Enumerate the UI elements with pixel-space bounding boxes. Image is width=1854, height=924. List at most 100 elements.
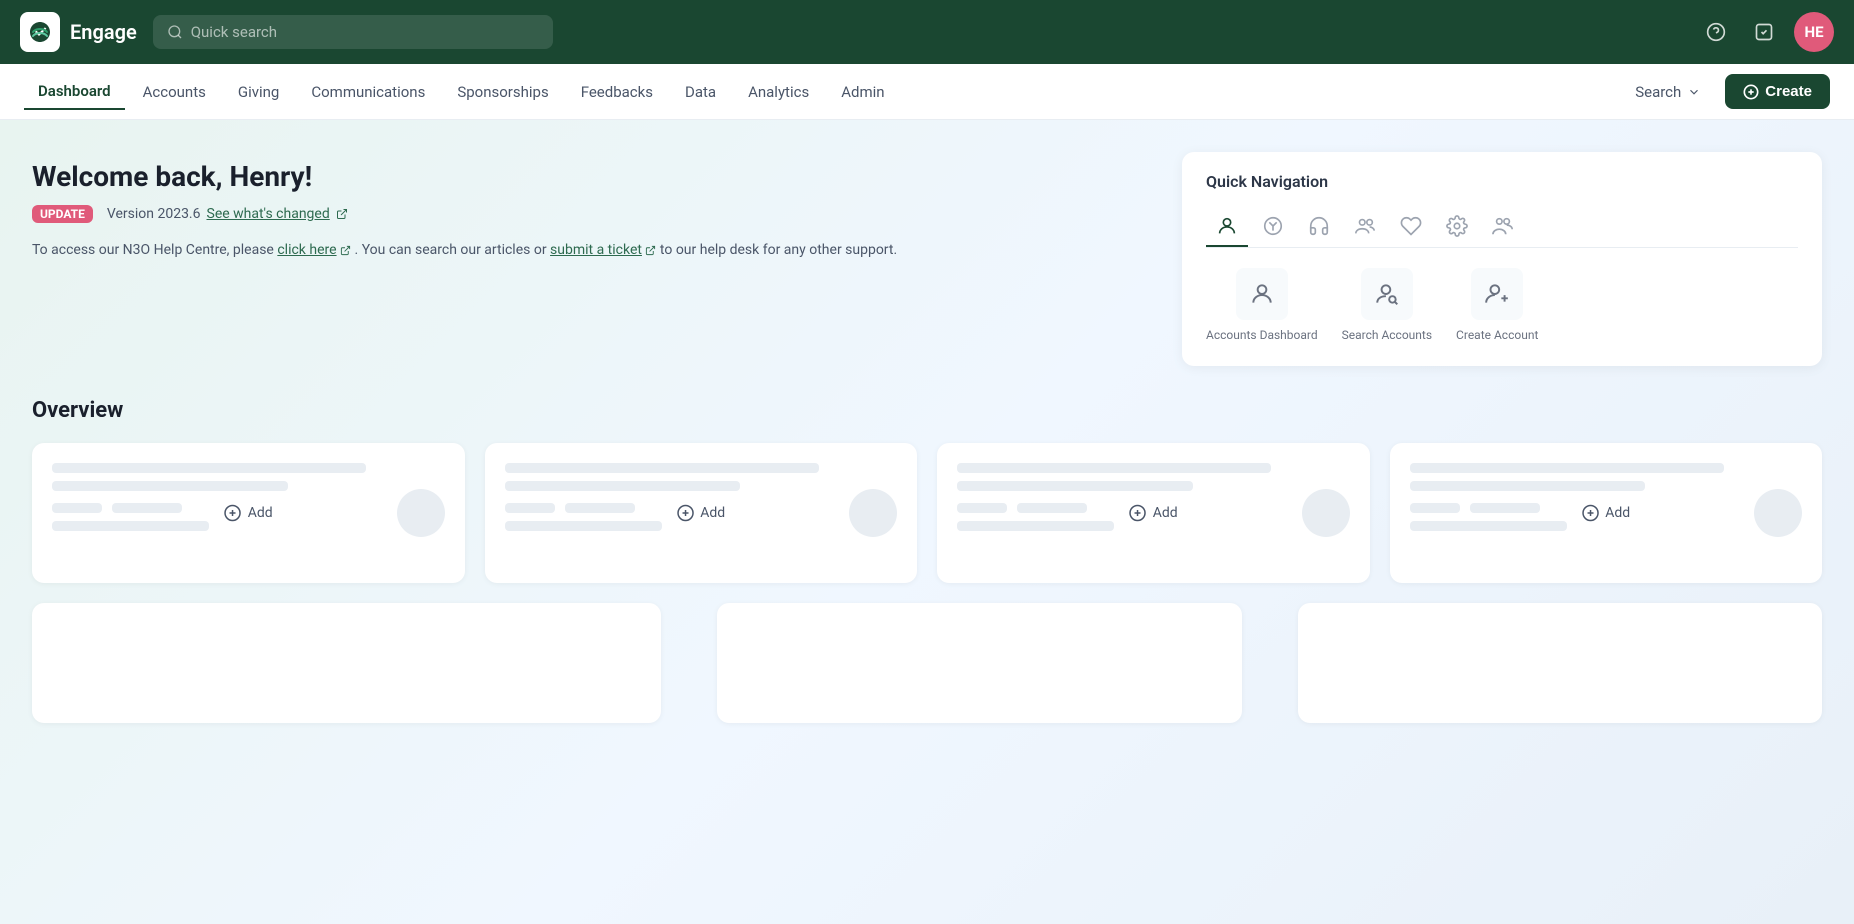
skeleton-line: [505, 521, 662, 531]
spacer: [681, 603, 697, 723]
card-avatar: [849, 489, 897, 537]
card-1-add-btn[interactable]: Add: [224, 504, 273, 522]
nav-feedbacks[interactable]: Feedbacks: [567, 75, 667, 109]
headset-icon: [1308, 215, 1330, 237]
help-button[interactable]: [1698, 14, 1734, 50]
nav-accounts[interactable]: Accounts: [129, 75, 220, 109]
quick-nav-panel: Quick Navigation: [1182, 152, 1822, 366]
overview-card-1: Add: [32, 443, 465, 583]
welcome-heading: Welcome back, Henry!: [32, 160, 1150, 193]
version-text: Version 2023.6: [107, 206, 201, 222]
nav-data[interactable]: Data: [671, 75, 730, 109]
help-text: To access our N3O Help Centre, please cl…: [32, 239, 1150, 261]
nav-sponsorships[interactable]: Sponsorships: [443, 75, 562, 109]
qn-tab-sponsorships[interactable]: [1344, 207, 1386, 247]
click-here-link[interactable]: click here: [277, 242, 336, 258]
qn-item-accounts-dashboard[interactable]: Accounts Dashboard: [1206, 268, 1318, 342]
top-nav: Engage Quick search HE: [0, 0, 1854, 64]
overview-wide-card-3: [1298, 603, 1822, 723]
overview-section: Overview Add: [32, 398, 1822, 723]
settings-icon: [1446, 215, 1468, 237]
plus-icon: [1743, 84, 1759, 100]
spacer: [1262, 603, 1278, 723]
card-4-add-btn[interactable]: Add: [1581, 504, 1630, 522]
create-account-icon: [1471, 268, 1523, 320]
skeleton-line: [52, 463, 366, 473]
qn-tab-accounts[interactable]: [1206, 207, 1248, 247]
add-icon: [1129, 504, 1147, 522]
card-4-add-label: Add: [1605, 505, 1630, 521]
nav-analytics[interactable]: Analytics: [734, 75, 823, 109]
qn-tab-data[interactable]: [1436, 207, 1478, 247]
overview-card-2: Add: [485, 443, 918, 583]
qn-item-create-account[interactable]: Create Account: [1456, 268, 1538, 342]
create-label: Create: [1765, 83, 1812, 100]
search-label: Search: [1635, 83, 1681, 101]
skeleton-line: [1410, 463, 1724, 473]
qn-tab-giving2[interactable]: [1390, 207, 1432, 247]
tasks-icon: [1754, 22, 1774, 42]
skeleton-line: [1410, 481, 1646, 491]
overview-cards-row-1: Add Add: [32, 443, 1822, 583]
engage-logo-icon: [28, 20, 52, 44]
qn-tab-admin[interactable]: [1482, 207, 1524, 247]
card-avatar: [1302, 489, 1350, 537]
skeleton-line: [52, 521, 209, 531]
search-accounts-label: Search Accounts: [1342, 328, 1432, 342]
search-accounts-svg: [1374, 281, 1400, 307]
overview-wide-card-1: [32, 603, 661, 723]
submit-ticket-link[interactable]: submit a ticket: [550, 242, 642, 258]
card-2-add-btn[interactable]: Add: [676, 504, 725, 522]
card-avatar: [397, 489, 445, 537]
card-3-add-btn[interactable]: Add: [1129, 504, 1178, 522]
logo-wrap[interactable]: Engage: [20, 12, 137, 52]
add-icon: [676, 504, 694, 522]
quick-nav-tabs: [1206, 207, 1798, 248]
overview-card-3: Add: [937, 443, 1370, 583]
quick-search-bar[interactable]: Quick search: [153, 15, 553, 49]
welcome-row: Welcome back, Henry! UPDATE Version 2023…: [32, 152, 1822, 366]
add-icon: [224, 504, 242, 522]
add-icon: [1581, 504, 1599, 522]
overview-title: Overview: [32, 398, 1822, 423]
card-avatar: [1754, 489, 1802, 537]
person-icon: [1216, 215, 1238, 237]
accounts-dashboard-label: Accounts Dashboard: [1206, 328, 1318, 342]
skeleton-line: [505, 463, 819, 473]
create-account-svg: [1484, 281, 1510, 307]
card-2-add-label: Add: [700, 505, 725, 521]
version-line: UPDATE Version 2023.6 See what's changed: [32, 205, 1150, 223]
logo-box: [20, 12, 60, 52]
nav-giving[interactable]: Giving: [224, 75, 293, 109]
tasks-button[interactable]: [1746, 14, 1782, 50]
chart-icon: [1262, 215, 1284, 237]
qn-tab-giving[interactable]: [1252, 207, 1294, 247]
qn-tab-communications[interactable]: [1298, 207, 1340, 247]
main-content: Welcome back, Henry! UPDATE Version 2023…: [0, 120, 1854, 924]
see-changes-link[interactable]: See what's changed: [207, 206, 330, 222]
help-icon: [1706, 22, 1726, 42]
sec-nav-right: Search Create: [1623, 74, 1830, 109]
heart-icon: [1400, 215, 1422, 237]
skeleton-line: [505, 481, 741, 491]
group-icon: [1354, 215, 1376, 237]
skeleton-line: [957, 481, 1193, 491]
nav-communications[interactable]: Communications: [297, 75, 439, 109]
search-dropdown[interactable]: Search: [1623, 75, 1713, 109]
search-accounts-icon: [1361, 268, 1413, 320]
card-3-add-label: Add: [1153, 505, 1178, 521]
qn-item-search-accounts[interactable]: Search Accounts: [1342, 268, 1432, 342]
secondary-nav: Dashboard Accounts Giving Communications…: [0, 64, 1854, 120]
accounts-dash-svg: [1249, 281, 1275, 307]
card-1-add-label: Add: [248, 505, 273, 521]
top-nav-right: HE: [1698, 12, 1834, 52]
user-avatar[interactable]: HE: [1794, 12, 1834, 52]
people2-icon: [1492, 215, 1514, 237]
app-name: Engage: [70, 20, 137, 44]
nav-dashboard[interactable]: Dashboard: [24, 74, 125, 110]
chevron-down-icon: [1687, 85, 1701, 99]
nav-admin[interactable]: Admin: [827, 75, 898, 109]
overview-card-4: Add: [1390, 443, 1823, 583]
create-button[interactable]: Create: [1725, 74, 1830, 109]
quick-search-placeholder: Quick search: [191, 23, 277, 41]
